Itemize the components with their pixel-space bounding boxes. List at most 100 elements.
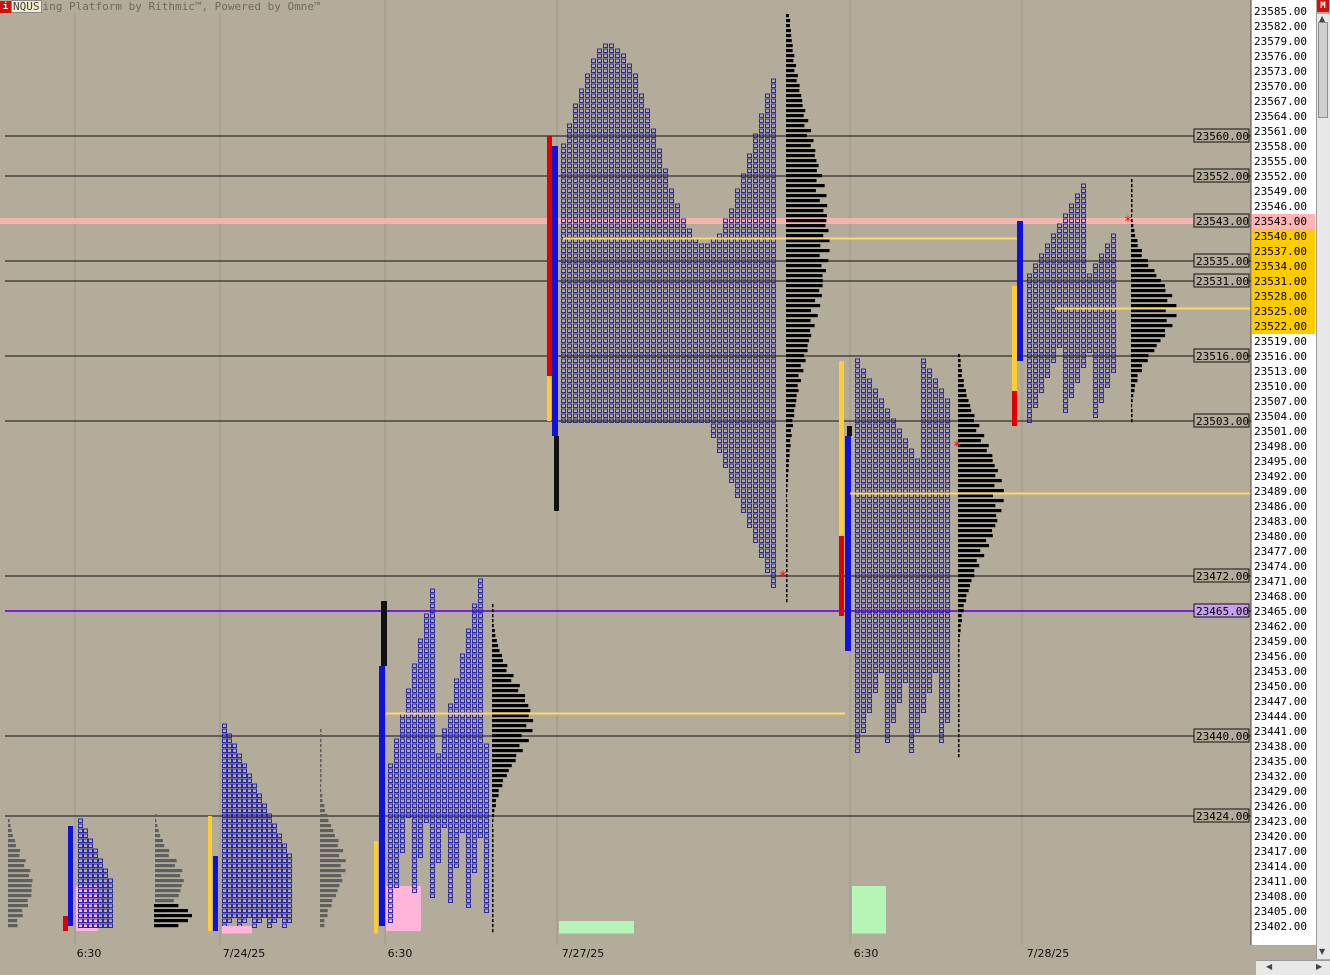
profile-s3-bar <box>492 924 494 927</box>
profile-s5-bar <box>958 754 960 757</box>
profile-s5-bar <box>958 384 964 387</box>
profile-s5-bar <box>958 629 961 632</box>
profile-s3-bar <box>492 869 494 872</box>
profile-s4-bar <box>786 399 796 402</box>
profile-s5-bar <box>958 549 980 552</box>
profile-s3-bar <box>492 674 514 677</box>
profile-s5-bar <box>958 444 989 447</box>
profile-s3-bar <box>492 759 516 762</box>
indicator-badge[interactable]: i <box>0 1 11 13</box>
profile-s4-bar <box>786 524 788 527</box>
profile-s2-bar <box>320 764 322 767</box>
profile-s2-bar <box>320 834 335 837</box>
profile-s1-black-bar <box>154 914 192 917</box>
profile-s1-right-bar <box>155 849 169 852</box>
profile-s2-bar <box>320 909 328 912</box>
profile-s5-bar <box>958 434 984 437</box>
profile-s5-bar <box>958 699 960 702</box>
profile-s5-bar <box>958 649 960 652</box>
profile-s3-bar <box>492 664 507 667</box>
profile-s3-bar <box>492 629 495 632</box>
profile-s4-bar <box>786 344 808 347</box>
profile-s4-bar <box>786 494 787 497</box>
platform-title: ing Platform by Rithmic™, Powered by Omn… <box>42 0 321 13</box>
profile-s4-bar <box>786 254 820 257</box>
profile-s3-bar <box>492 604 494 607</box>
symbol-label[interactable]: NQUS <box>11 0 42 13</box>
profile-s4-bar <box>786 504 788 507</box>
profile-s1-left-bar <box>8 884 32 887</box>
profile-s4-bar <box>786 49 793 52</box>
profile-s4-bar <box>786 324 815 327</box>
profile-s5-bar <box>958 599 966 602</box>
profile-s5-bar <box>958 594 966 597</box>
profile-s3-bar <box>492 739 529 742</box>
profile-s4-bar <box>786 459 789 462</box>
profile-s4-bar <box>786 149 815 152</box>
volume-bar-s4 <box>559 921 634 934</box>
profile-s1-left-bar <box>8 909 22 912</box>
profile-s4-bar <box>786 164 819 167</box>
profile-s4-bar <box>786 359 806 362</box>
ib-bar-s6 <box>1017 221 1023 361</box>
profile-s4-bar <box>786 419 792 422</box>
profile-s2-bar <box>320 829 333 832</box>
profile-s4-bar <box>786 384 798 387</box>
profile-s4-bar <box>786 69 794 72</box>
profile-s4-bar <box>786 479 788 482</box>
profile-s4-bar <box>786 84 800 87</box>
profile-s2-bar <box>320 784 321 787</box>
profile-s1-black-bar <box>154 904 178 907</box>
profile-s2-bar <box>320 744 322 747</box>
profile-s5-bar <box>958 679 960 682</box>
profile-s1-black-bar <box>154 924 178 927</box>
profile-s5-bar <box>958 399 969 402</box>
profile-s4-bar <box>786 264 821 267</box>
profile-s1-right-bar <box>155 854 169 857</box>
profile-s3-bar <box>492 889 494 892</box>
profile-s3-bar <box>492 904 494 907</box>
profile-s5-bar <box>958 429 976 432</box>
profile-s3-bar <box>492 684 520 687</box>
profile-s4-bar <box>786 289 819 292</box>
profile-s2-bar <box>320 789 321 792</box>
profile-s4-bar <box>786 389 799 392</box>
profile-s5-bar <box>958 529 992 532</box>
profile-s4-bar <box>786 509 788 512</box>
menu-badge[interactable]: M <box>1317 0 1329 12</box>
profile-s4-bar <box>786 599 788 602</box>
profile-s4-bar <box>786 354 804 357</box>
profile-s4-bar <box>786 174 822 177</box>
profile-s5-bar <box>958 639 960 642</box>
profile-s2-bar <box>320 904 332 907</box>
profile-s4-bar <box>786 234 823 237</box>
profile-s5-bar <box>958 369 962 372</box>
profile-s4-bar <box>786 374 798 377</box>
profile-s5-bar <box>958 589 969 592</box>
profile-s4-bar <box>786 74 798 77</box>
profile-s4-bar <box>786 134 807 137</box>
profile-s3-bar <box>492 764 512 767</box>
profile-s3-bar <box>492 634 495 637</box>
profile-s4-bar <box>786 209 823 212</box>
profile-s4-bar <box>786 124 804 127</box>
profile-s2-bar <box>320 844 338 847</box>
profile-s5-bar <box>958 684 960 687</box>
profile-s3-bar <box>492 644 498 647</box>
profile-s4-bar <box>786 464 789 467</box>
profile-s1-left-bar <box>8 904 28 907</box>
profile-s4-bar <box>786 94 801 97</box>
profile-s4-bar <box>786 219 826 222</box>
profile-s3-bar <box>492 919 494 922</box>
profile-s1-right-bar <box>155 894 179 897</box>
profile-s3-bar <box>492 864 494 867</box>
profile-s3-bar <box>492 849 494 852</box>
profile-s1-right-bar <box>155 889 180 892</box>
profile-s2-bar <box>320 879 342 882</box>
profile-s3-bar <box>492 689 518 692</box>
profile-s2-bar <box>320 894 336 897</box>
ib-black-s3 <box>381 601 387 666</box>
profile-s3-bar <box>492 729 532 732</box>
profile-s3-bar <box>492 829 494 832</box>
profile-s1-right-bar <box>155 819 156 822</box>
